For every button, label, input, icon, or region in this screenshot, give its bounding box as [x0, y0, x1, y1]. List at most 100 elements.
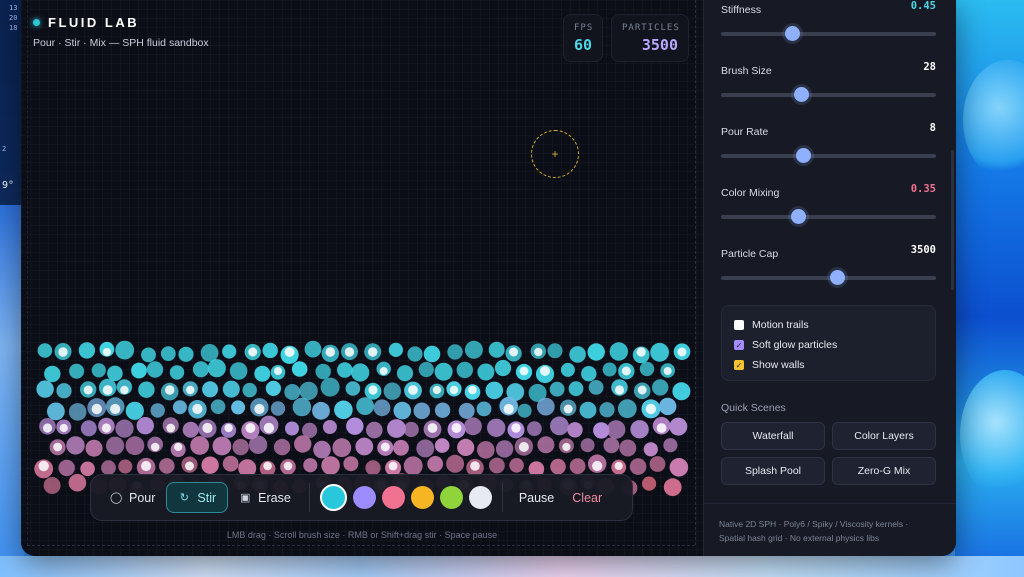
particle	[663, 438, 678, 453]
particle-highlight	[656, 423, 667, 433]
particle	[303, 458, 318, 473]
particle-highlight	[427, 423, 438, 433]
soft-glow-option[interactable]: ✓ Soft glow particles	[734, 335, 923, 355]
slider-label: Brush Size	[721, 65, 772, 77]
app-title: FLUID LAB	[48, 15, 140, 30]
particle	[407, 346, 423, 362]
particle	[416, 439, 435, 458]
particle	[231, 400, 246, 415]
slider-thumb[interactable]	[795, 148, 811, 163]
slider-pour-rate: Pour Rate 8	[721, 122, 936, 163]
scene-waterfall-button[interactable]: Waterfall	[721, 422, 825, 450]
particle	[284, 384, 301, 400]
particle-highlight	[102, 385, 113, 395]
slider-track[interactable]	[721, 93, 936, 97]
particle	[464, 417, 482, 436]
particle	[313, 440, 331, 459]
particle	[106, 436, 125, 455]
pour-button[interactable]: ◯ Pour	[99, 482, 166, 513]
particle	[629, 458, 647, 475]
particle	[495, 440, 514, 458]
particle-highlight	[519, 366, 529, 376]
desktop-widget: 13 20 18 2 9°	[0, 0, 22, 205]
scene-color-layers-button[interactable]: Color Layers	[832, 422, 936, 450]
swatch-amber[interactable]	[410, 486, 434, 509]
checkbox-label: Soft glow particles	[752, 339, 838, 351]
show-walls-option[interactable]: ✓ Show walls	[734, 355, 923, 375]
particle	[434, 402, 451, 418]
slider-thumb[interactable]	[784, 26, 800, 41]
scene-zero-g-mix-button[interactable]: Zero-G Mix	[832, 457, 936, 485]
particle	[617, 399, 637, 419]
particle	[527, 421, 542, 436]
particle-highlight	[368, 385, 378, 395]
desktop-background-right	[955, 0, 1024, 577]
toolbar: ◯ Pour ↻ Stir ▣ Erase Pause Clear	[90, 474, 633, 521]
particle	[509, 458, 524, 473]
slider-stiffness: Stiffness 0.45	[721, 0, 936, 41]
particle-highlight	[38, 460, 49, 472]
checkbox-checked[interactable]: ✓	[734, 340, 744, 350]
widget-text: 18	[9, 24, 18, 32]
particle	[69, 363, 85, 379]
particle-highlight	[451, 423, 462, 433]
simulation-canvas[interactable]: FLUID LAB Pour · Stir · Mix — SPH fluid …	[21, 0, 703, 556]
swatch-lime[interactable]	[439, 486, 463, 509]
slider-color-mixing: Color Mixing 0.35	[721, 183, 936, 224]
particle	[141, 347, 156, 363]
panel-scrollbar[interactable]	[951, 150, 954, 290]
widget-text: 9°	[2, 180, 15, 191]
swatch-violet[interactable]	[352, 486, 376, 509]
slider-track[interactable]	[721, 154, 936, 158]
toolbar-divider	[501, 483, 503, 512]
motion-trails-option[interactable]: Motion trails	[734, 315, 923, 335]
particle	[270, 401, 286, 416]
checkbox-checked[interactable]: ✓	[734, 360, 744, 370]
swatch-pink[interactable]	[381, 486, 405, 509]
particle	[355, 437, 374, 456]
checkbox-unchecked[interactable]	[734, 320, 744, 330]
slider-track[interactable]	[721, 215, 936, 219]
particle-highlight	[150, 442, 160, 452]
particle-highlight	[263, 461, 272, 471]
slider-value: 3500	[910, 244, 936, 256]
particle	[659, 397, 677, 416]
erase-button[interactable]: ▣ Erase	[228, 482, 302, 513]
particle	[446, 454, 465, 473]
particle	[489, 457, 505, 474]
slider-value: 28	[923, 61, 936, 73]
particle	[485, 381, 504, 400]
status-dot-icon	[33, 19, 40, 26]
particle-highlight	[58, 347, 68, 357]
slider-thumb[interactable]	[793, 87, 809, 102]
slider-thumb[interactable]	[791, 209, 807, 224]
slider-thumb[interactable]	[830, 270, 846, 285]
particle	[373, 399, 391, 417]
particles-value: 3500	[641, 36, 678, 54]
pause-button[interactable]: Pause	[510, 491, 563, 505]
particle	[537, 436, 555, 454]
particle	[146, 361, 164, 378]
scene-splash-pool-button[interactable]: Splash Pool	[721, 457, 825, 485]
slider-track[interactable]	[721, 276, 936, 280]
particles-label: PARTICLES	[622, 23, 680, 33]
slider-value: 0.45	[910, 0, 936, 12]
particle-highlight	[120, 385, 129, 395]
clear-button[interactable]: Clear	[563, 491, 611, 505]
particle	[332, 438, 352, 458]
particle	[650, 342, 669, 362]
particle	[396, 365, 414, 382]
particle-highlight	[562, 442, 571, 452]
particle-highlight	[174, 442, 183, 452]
particle-highlight	[83, 385, 93, 395]
particle	[488, 341, 505, 358]
slider-track[interactable]	[721, 32, 936, 36]
stir-button[interactable]: ↻ Stir	[166, 482, 229, 513]
particle	[242, 382, 257, 398]
particle	[427, 456, 444, 472]
swatch-white[interactable]	[468, 486, 492, 509]
particle-highlight	[110, 403, 121, 415]
particle-highlight	[192, 403, 203, 415]
particle-highlight	[663, 367, 672, 375]
swatch-cyan[interactable]	[319, 484, 347, 511]
